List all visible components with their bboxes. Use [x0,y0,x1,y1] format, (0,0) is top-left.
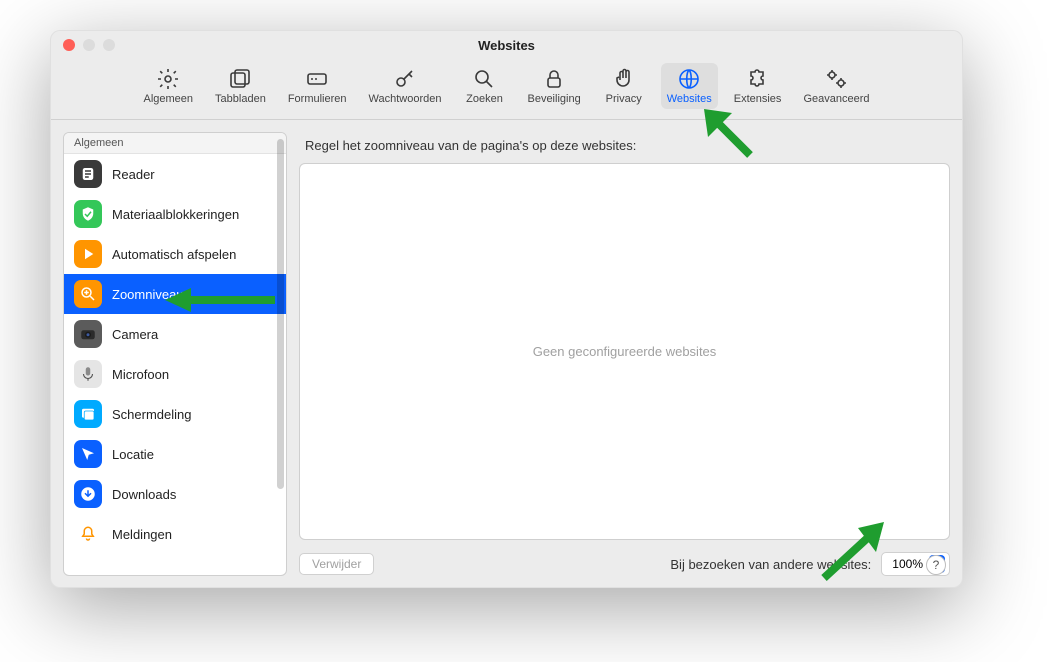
window-title: Websites [478,38,535,53]
sidebar-scrollbar[interactable] [277,139,284,489]
arrow-icon [74,440,102,468]
reader-icon [74,160,102,188]
panel-heading: Regel het zoomniveau van de pagina's op … [299,132,950,163]
sidebar-item-zoom[interactable]: Zoomniveau [64,274,286,314]
puzzle-icon [746,67,770,91]
zoom-icon [74,280,102,308]
sidebar-item-label: Zoomniveau [112,287,184,302]
preferences-window: Websites Algemeen Tabbladen Formulieren … [50,30,963,588]
sidebar-item-label: Downloads [112,487,176,502]
mic-icon [74,360,102,388]
sidebar-item-downloads[interactable]: Downloads [64,474,286,514]
sidebar-item-microphone[interactable]: Microfoon [64,354,286,394]
toolbar-label: Algemeen [144,93,194,105]
delete-button[interactable]: Verwijder [299,553,374,575]
sidebar-item-autoplay[interactable]: Automatisch afspelen [64,234,286,274]
toolbar-advanced[interactable]: Geavanceerd [797,63,875,109]
toolbar-label: Extensies [734,93,782,105]
sidebar-item-reader[interactable]: Reader [64,154,286,194]
camera-icon [74,320,102,348]
sidebar-item-label: Locatie [112,447,154,462]
toolbar-extensions[interactable]: Extensies [728,63,788,109]
gear-icon [156,67,180,91]
detail-panel: Regel het zoomniveau van de pagina's op … [299,132,950,576]
tabs-icon [228,67,252,91]
key-icon [393,67,417,91]
toolbar-label: Formulieren [288,93,347,105]
gears-icon [824,67,848,91]
toolbar-search[interactable]: Zoeken [457,63,511,109]
sidebar-item-label: Microfoon [112,367,169,382]
bell-icon [74,520,102,548]
toolbar-websites[interactable]: Websites [661,63,718,109]
toolbar-label: Tabbladen [215,93,266,105]
toolbar-privacy[interactable]: Privacy [597,63,651,109]
toolbar-tabs[interactable]: Tabbladen [209,63,272,109]
sidebar-item-screenshare[interactable]: Schermdeling [64,394,286,434]
shield-icon [74,200,102,228]
window-maximize-button[interactable] [103,39,115,51]
default-zoom-value: 100% [892,557,923,571]
titlebar: Websites [51,31,962,59]
toolbar-general[interactable]: Algemeen [138,63,200,109]
sidebar-item-camera[interactable]: Camera [64,314,286,354]
sidebar-item-notify[interactable]: Meldingen [64,514,286,554]
empty-placeholder: Geen geconfigureerde websites [533,344,717,359]
sidebar-section-header: Algemeen [64,133,286,154]
toolbar-label: Beveiliging [527,93,580,105]
download-icon [74,480,102,508]
toolbar-label: Privacy [606,93,642,105]
configured-websites-list[interactable]: Geen geconfigureerde websites [299,163,950,540]
toolbar-label: Websites [667,93,712,105]
sidebar-item-label: Automatisch afspelen [112,247,236,262]
sidebar-item-label: Materiaalblokkeringen [112,207,239,222]
toolbar-passwords[interactable]: Wachtwoorden [363,63,448,109]
preferences-toolbar: Algemeen Tabbladen Formulieren Wachtwoor… [51,59,962,120]
sidebar-item-location[interactable]: Locatie [64,434,286,474]
sidebar-item-label: Schermdeling [112,407,192,422]
toolbar-forms[interactable]: Formulieren [282,63,353,109]
toolbar-label: Zoeken [466,93,503,105]
sidebar-item-label: Meldingen [112,527,172,542]
search-icon [472,67,496,91]
sidebar-item-label: Camera [112,327,158,342]
default-zoom-label: Bij bezoeken van andere websites: [670,557,871,572]
globe-icon [677,67,701,91]
form-icon [305,67,329,91]
screen-icon [74,400,102,428]
window-minimize-button[interactable] [83,39,95,51]
sidebar-item-label: Reader [112,167,155,182]
toolbar-label: Geavanceerd [803,93,869,105]
hand-icon [612,67,636,91]
toolbar-security[interactable]: Beveiliging [521,63,586,109]
sidebar: Algemeen Reader Materiaalblokkeringen Au… [63,132,287,576]
window-close-button[interactable] [63,39,75,51]
lock-icon [542,67,566,91]
toolbar-label: Wachtwoorden [369,93,442,105]
sidebar-item-blockers[interactable]: Materiaalblokkeringen [64,194,286,234]
help-button[interactable]: ? [926,555,946,575]
play-icon [74,240,102,268]
